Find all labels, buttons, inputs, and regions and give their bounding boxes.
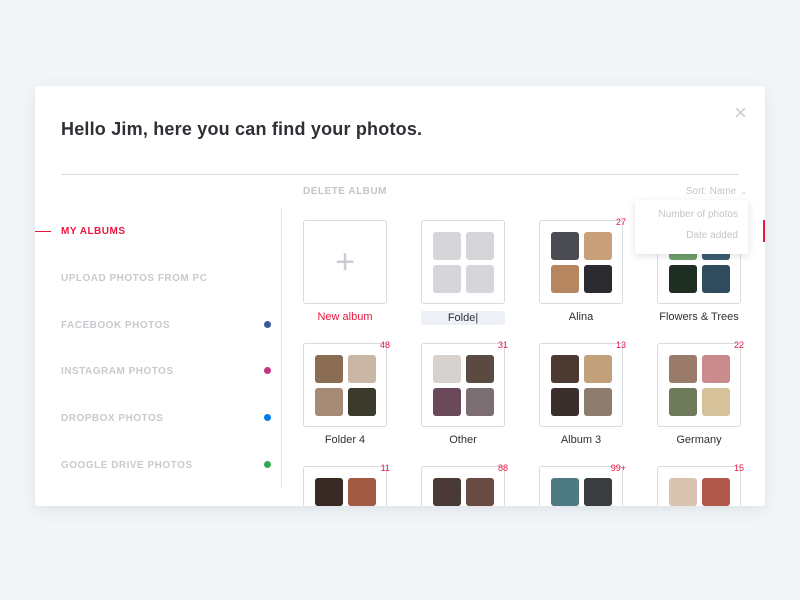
- sidebar-item-instagram-photos[interactable]: INSTAGRAM PHOTOS: [61, 366, 271, 377]
- photo-count-badge: 48: [379, 340, 390, 350]
- album-thumbnail[interactable]: 31: [421, 340, 508, 427]
- chevron-down-icon: ⌄: [740, 187, 747, 196]
- photo-count-badge: 13: [615, 340, 626, 350]
- photo-count-badge: 27: [615, 217, 626, 227]
- sort-dropdown[interactable]: Sort: Name ⌄: [686, 186, 747, 197]
- album-folder[interactable]: Folde|: [421, 220, 507, 325]
- selection-accent: [763, 220, 765, 242]
- album-thumbnail[interactable]: 11: [303, 463, 390, 506]
- sort-options-menu: Number of photos Date added: [635, 200, 748, 254]
- sort-option-date-added[interactable]: Date added: [635, 230, 748, 241]
- album-thumbnail[interactable]: 48: [303, 340, 390, 427]
- sidebar: MY ALBUMS UPLOAD PHOTOS FROM PC FACEBOOK…: [35, 208, 282, 488]
- album-folder-4[interactable]: 48 Folder 4: [303, 340, 390, 446]
- photo-count-badge: 11: [380, 463, 390, 473]
- album-row3-2[interactable]: 88: [421, 463, 508, 506]
- album-new[interactable]: + New album: [303, 220, 389, 323]
- photo-count-badge: 15: [733, 463, 744, 473]
- sidebar-item-dropbox-photos[interactable]: DROPBOX PHOTOS: [61, 413, 271, 424]
- plus-icon[interactable]: +: [304, 221, 386, 303]
- album-label: Germany: [676, 434, 722, 446]
- album-name-input[interactable]: Folde|: [421, 311, 505, 325]
- album-label: Alina: [568, 311, 594, 323]
- sort-label: Sort: Name: [685, 186, 737, 197]
- dropbox-dot-icon: [264, 414, 271, 421]
- facebook-dot-icon: [264, 321, 271, 328]
- album-germany[interactable]: 22 Germany: [657, 340, 744, 446]
- album-thumbnail[interactable]: 22: [657, 340, 744, 427]
- photo-count-badge: 31: [497, 340, 508, 350]
- sidebar-item-upload-photos[interactable]: UPLOAD PHOTOS FROM PC: [61, 273, 271, 284]
- album-thumbnail[interactable]: +: [303, 220, 387, 304]
- album-row3-3[interactable]: 99+: [539, 463, 626, 506]
- album-row3-4[interactable]: 15: [657, 463, 744, 506]
- album-thumbnail[interactable]: 88: [421, 463, 508, 506]
- album-label: Other: [449, 434, 477, 446]
- photos-modal: × Hello Jim, here you can find your phot…: [35, 86, 765, 506]
- sidebar-item-my-albums[interactable]: MY ALBUMS: [61, 226, 271, 237]
- photo-count-badge: 88: [497, 463, 508, 473]
- album-other[interactable]: 31 Other: [421, 340, 508, 446]
- album-label: New album: [317, 311, 373, 323]
- album-row3-1[interactable]: 11: [303, 463, 390, 506]
- album-alina[interactable]: 27 Alina: [539, 217, 626, 323]
- album-thumbnail[interactable]: 27: [539, 217, 626, 304]
- close-icon[interactable]: ×: [734, 102, 747, 124]
- album-thumbnail[interactable]: [421, 220, 505, 304]
- delete-album-button[interactable]: DELETE ALBUM: [303, 186, 387, 197]
- photo-count-badge: 99+: [610, 463, 626, 473]
- album-label: Folder 4: [324, 434, 366, 446]
- album-thumbnail[interactable]: 15: [657, 463, 744, 506]
- album-album-3[interactable]: 13 Album 3: [539, 340, 626, 446]
- sort-option-number-of-photos[interactable]: Number of photos: [635, 209, 748, 220]
- active-indicator: [35, 231, 51, 232]
- google-drive-dot-icon: [264, 461, 271, 468]
- instagram-dot-icon: [264, 367, 271, 374]
- photo-count-badge: 22: [733, 340, 744, 350]
- page-title: Hello Jim, here you can find your photos…: [61, 119, 423, 139]
- album-label: Flowers & Trees: [659, 311, 739, 323]
- album-label: Album 3: [560, 434, 602, 446]
- sidebar-item-facebook-photos[interactable]: FACEBOOK PHOTOS: [61, 320, 271, 331]
- album-thumbnail[interactable]: 99+: [539, 463, 626, 506]
- album-thumbnail[interactable]: 13: [539, 340, 626, 427]
- sidebar-item-google-drive-photos[interactable]: GOOGLE DRIVE PHOTOS: [61, 460, 271, 471]
- divider: [61, 174, 739, 175]
